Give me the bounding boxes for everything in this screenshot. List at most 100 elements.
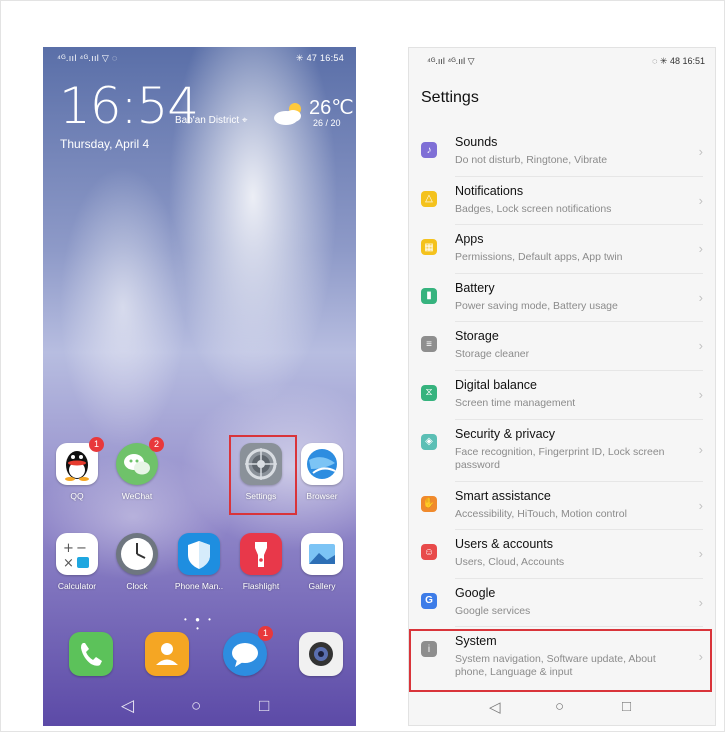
weather-cloud-sun-icon[interactable] [271,99,307,127]
item-title: Storage [455,329,499,344]
app-label: Browser [306,491,338,501]
item-title: Battery [455,280,495,295]
hand-icon: ✋ [421,495,437,512]
apps-grid-icon: ▦ [421,239,437,256]
back-button[interactable]: ◁ [121,696,134,716]
item-title: Digital balance [455,377,537,392]
item-title: Sounds [455,135,498,149]
item-subtitle: Storage cleaner [455,348,530,361]
app-gallery[interactable]: Gallery [292,533,352,591]
phone-icon [69,632,113,676]
item-title: Google [455,585,496,600]
storage-icon: ≡ [421,336,437,353]
settings-item-notifications[interactable]: △ Notifications Badges, Lock screen noti… [409,177,715,226]
app-browser[interactable]: Browser [292,443,352,501]
bell-icon: △ [421,190,437,207]
camera-icon [299,632,343,676]
location-label: Bao'an District ⌖ [175,115,248,126]
app-label: QQ [70,491,84,501]
recent-apps-button[interactable]: □ [622,698,631,715]
home-button[interactable]: ○ [555,698,564,715]
item-subtitle: Accessibility, HiTouch, Motion control [455,507,627,520]
dock-phone[interactable] [61,632,121,676]
chevron-right-icon: › [698,546,703,562]
status-battery-time: ✳ 47 16:54 [295,53,344,63]
back-button[interactable]: ◁ [489,698,501,716]
item-subtitle: Badges, Lock screen notifications [455,202,612,215]
chevron-right-icon: › [698,289,703,305]
chevron-right-icon: › [698,241,703,257]
settings-item-sounds[interactable]: ♪ Sounds Do not disturb, Ringtone, Vibra… [409,128,715,177]
settings-item-users-accounts[interactable]: ☺ Users & accounts Users, Cloud, Account… [409,530,715,579]
shield-icon: ◈ [421,433,437,450]
status-signal: ⁴ᴳ.ııl ⁴ᴳ.ııl ▽ ◌ [57,53,118,63]
battery-icon: ▮ [421,287,437,304]
item-title: Notifications [455,183,524,198]
app-label: Calculator [57,581,97,591]
calculator-icon: + − × [56,533,98,575]
home-button[interactable]: ○ [191,696,201,716]
app-flashlight[interactable]: Flashlight [231,533,291,591]
system-highlight-box [409,629,712,692]
page-indicator[interactable]: • ● • • [179,615,219,633]
messages-notification-badge: 1 [258,626,273,641]
temperature-range: 26 / 20 [313,118,341,128]
settings-item-google[interactable]: G Google Google services › [409,579,715,628]
item-title: Apps [455,232,484,247]
date-label: Thursday, April 4 [60,137,150,151]
qq-icon: 1 [56,437,104,485]
item-subtitle: Face recognition, Fingerprint ID, Lock s… [455,445,665,471]
settings-highlight-box [229,435,297,515]
settings-list: ♪ Sounds Do not disturb, Ringtone, Vibra… [409,128,715,689]
chevron-right-icon: › [698,441,703,457]
svg-text:+: + [63,541,74,556]
settings-item-battery[interactable]: ▮ Battery Power saving mode, Battery usa… [409,274,715,323]
item-title: Users & accounts [455,537,553,552]
recent-apps-button[interactable]: □ [259,696,269,716]
speaker-icon: ♪ [421,142,437,158]
settings-item-apps[interactable]: ▦ Apps Permissions, Default apps, App tw… [409,225,715,274]
item-title: Smart assistance [455,488,551,503]
clock-icon [116,533,158,575]
settings-item-smart-assistance[interactable]: ✋ Smart assistance Accessibility, HiTouc… [409,482,715,531]
item-subtitle: Google services [455,604,531,617]
chevron-right-icon: › [698,386,703,402]
chevron-right-icon: › [698,192,703,208]
dock-messages[interactable]: 1 [215,626,275,676]
app-label: WeChat [121,491,153,501]
status-battery-time: ◌ ✳ 48 16:51 [652,56,705,66]
app-calculator[interactable]: + − × Calculator [47,533,107,591]
user-icon: ☺ [421,544,437,561]
flashlight-icon [240,533,282,575]
svg-text:−: − [76,541,87,556]
svg-text:×: × [63,556,74,571]
app-label: Phone Man.. [174,581,224,591]
wechat-icon: 2 [116,437,164,485]
item-subtitle: Users, Cloud, Accounts [455,556,565,569]
qq-notification-badge: 1 [89,437,104,452]
app-phone-manager[interactable]: Phone Man.. [169,533,229,591]
temperature: 26℃ [309,97,354,119]
app-wechat[interactable]: 2 WeChat [107,437,167,501]
navigation-bar: ◁ ○ □ [43,688,356,726]
app-label: Clock [126,581,148,591]
status-signal: ⁴ᴳ.ııl ⁴ᴳ.ııl ▽ [427,56,475,66]
clock-widget[interactable]: 16:54 [59,77,199,135]
chevron-right-icon: › [698,144,703,159]
app-label: Gallery [308,581,336,591]
wechat-notification-badge: 2 [149,437,164,452]
page-title: Settings [421,89,479,106]
item-subtitle: Permissions, Default apps, App twin [455,251,623,264]
app-qq[interactable]: 1 QQ [47,437,107,501]
settings-screen: ⁴ᴳ.ııl ⁴ᴳ.ııl ▽ ◌ ✳ 48 16:51 Settings ♪ … [408,47,716,726]
home-screen: ⁴ᴳ.ııl ⁴ᴳ.ııl ▽ ◌ ✳ 47 16:54 16:54 Bao'a… [43,47,356,726]
dock-camera[interactable] [291,632,351,676]
message-bubble-icon: 1 [223,626,273,676]
settings-item-security-privacy[interactable]: ◈ Security & privacy Face recognition, F… [409,420,715,482]
shield-icon [178,533,220,575]
item-title: Security & privacy [455,426,556,441]
settings-item-storage[interactable]: ≡ Storage Storage cleaner › [409,322,715,371]
settings-item-digital-balance[interactable]: ⧖ Digital balance Screen time management… [409,371,715,420]
dock-contacts[interactable] [137,632,197,676]
app-clock[interactable]: Clock [107,533,167,591]
